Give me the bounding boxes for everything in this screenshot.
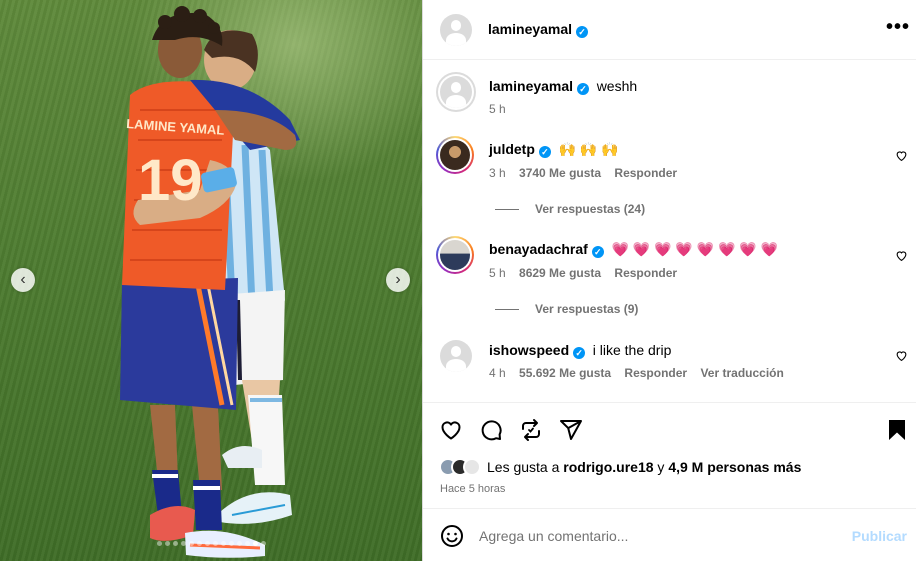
- likes-prefix: Les gusta a: [487, 459, 564, 475]
- comment-text: i like the drip: [592, 342, 672, 358]
- comment-time: 5 h: [489, 266, 506, 280]
- emoji-icon[interactable]: [440, 524, 464, 548]
- verified-badge-icon: ✓: [576, 26, 589, 38]
- comment-avatar-ring: [436, 236, 474, 274]
- verified-badge-icon: ✓: [538, 146, 551, 158]
- caption: lamineyamal ✓ weshh: [489, 78, 637, 95]
- comment-time: 4 h: [489, 366, 506, 380]
- reply-button[interactable]: Responder: [624, 366, 687, 380]
- comment-icon[interactable]: [479, 418, 503, 442]
- share-icon[interactable]: [559, 418, 583, 442]
- next-image-button[interactable]: ›: [386, 268, 410, 292]
- instagram-post-dialog: LAMINE YAMAL 19 ‹ › lamineyamal ✓ ••• lam…: [0, 0, 916, 561]
- commenter-avatar[interactable]: [440, 140, 470, 170]
- comment-input[interactable]: [479, 525, 829, 547]
- posted-ago[interactable]: Hace 5 horas: [440, 483, 505, 495]
- commenter-avatar[interactable]: [440, 240, 470, 270]
- reply-button[interactable]: Responder: [614, 266, 677, 280]
- carousel-dot: [212, 541, 218, 546]
- carousel-dot: [156, 541, 162, 546]
- carousel-dot: [188, 541, 194, 546]
- carousel-dot: [172, 541, 178, 546]
- carousel-indicator: [0, 541, 422, 546]
- comment-likes[interactable]: 55.692 Me gusta: [519, 366, 611, 380]
- comment-like-heart-icon[interactable]: [895, 349, 908, 362]
- comment-composer: Publicar: [423, 508, 916, 561]
- author-avatar[interactable]: [440, 14, 472, 46]
- reply-button[interactable]: Responder: [614, 166, 677, 180]
- liker-avatar: [463, 458, 481, 476]
- comment-likes[interactable]: 3740 Me gusta: [519, 166, 601, 180]
- verified-badge-icon: ✓: [591, 246, 604, 258]
- repost-icon[interactable]: [519, 418, 543, 442]
- commenter-username[interactable]: benayadachraf: [489, 241, 588, 257]
- carousel-dot: [228, 541, 234, 546]
- bookmark-icon[interactable]: [885, 418, 909, 442]
- carousel-dot: [244, 541, 250, 546]
- author-username[interactable]: lamineyamal: [488, 21, 572, 37]
- post-photo: LAMINE YAMAL 19 ‹ ›: [0, 0, 422, 561]
- carousel-dot: [180, 541, 186, 546]
- commenter-avatar[interactable]: [440, 340, 472, 372]
- caption-text: weshh: [596, 78, 638, 94]
- comment-avatar-ring: [436, 136, 474, 174]
- more-options-icon[interactable]: •••: [886, 17, 910, 37]
- verified-badge-icon: ✓: [573, 347, 586, 359]
- carousel-dot: [164, 541, 170, 546]
- carousel-dot: [252, 541, 258, 546]
- comment-meta: 4 h 55.692 Me gusta Responder Ver traduc…: [489, 366, 784, 380]
- comment-text: 💗 💗 💗 💗 💗 💗 💗 💗: [611, 241, 779, 257]
- view-replies-button[interactable]: Ver respuestas (9): [495, 302, 638, 316]
- comment-likes[interactable]: 8629 Me gusta: [519, 266, 601, 280]
- comment-meta: 3 h 3740 Me gusta Responder: [489, 166, 677, 180]
- likes-middle: y: [653, 459, 669, 475]
- comment-meta: 5 h 8629 Me gusta Responder: [489, 266, 677, 280]
- post-side-panel: lamineyamal ✓ ••• lamineyamal ✓ weshh 5 h …: [422, 0, 916, 561]
- publish-button[interactable]: Publicar: [852, 528, 907, 544]
- carousel-dot: [220, 541, 226, 546]
- carousel-dot: [196, 541, 202, 546]
- caption-time: 5 h: [489, 102, 506, 116]
- post-header: lamineyamal ✓ •••: [423, 0, 916, 60]
- post-actions: Les gusta a rodrigo.ure18 y 4,9 M person…: [423, 402, 916, 508]
- comment: ishowspeed ✓ i like the drip: [489, 342, 671, 359]
- likes-others[interactable]: 4,9 M personas más: [668, 459, 801, 475]
- caption-avatar-ring: [436, 72, 476, 112]
- comment: benayadachraf ✓ 💗 💗 💗 💗 💗 💗 💗 💗: [489, 241, 778, 258]
- caption-username[interactable]: lamineyamal: [489, 78, 573, 94]
- post-photo-illustration: LAMINE YAMAL 19: [120, 6, 300, 558]
- heart-icon[interactable]: [439, 418, 463, 442]
- caption-avatar[interactable]: [440, 76, 472, 108]
- comment: juldetp ✓ 🙌 🙌 🙌: [489, 141, 619, 158]
- previous-image-button[interactable]: ‹: [11, 268, 35, 292]
- likes-summary: Les gusta a rodrigo.ure18 y 4,9 M person…: [439, 458, 801, 476]
- view-replies-label: Ver respuestas (24): [535, 202, 646, 216]
- carousel-dot: [204, 541, 210, 546]
- commenter-username[interactable]: juldetp: [489, 141, 535, 157]
- comment-time: 3 h: [489, 166, 506, 180]
- carousel-dot: [260, 541, 266, 546]
- commenter-username[interactable]: ishowspeed: [489, 342, 569, 358]
- view-replies-label: Ver respuestas (9): [535, 302, 639, 316]
- comment-text: 🙌 🙌 🙌: [558, 141, 619, 157]
- view-replies-button[interactable]: Ver respuestas (24): [495, 202, 645, 216]
- verified-badge-icon: ✓: [577, 83, 590, 95]
- translate-button[interactable]: Ver traducción: [700, 366, 783, 380]
- comment-like-heart-icon[interactable]: [895, 149, 908, 162]
- comment-like-heart-icon[interactable]: [895, 249, 908, 262]
- liker-username[interactable]: rodrigo.ure18: [563, 459, 653, 475]
- carousel-dot: [236, 541, 242, 546]
- jersey-number-text: 19: [138, 148, 203, 213]
